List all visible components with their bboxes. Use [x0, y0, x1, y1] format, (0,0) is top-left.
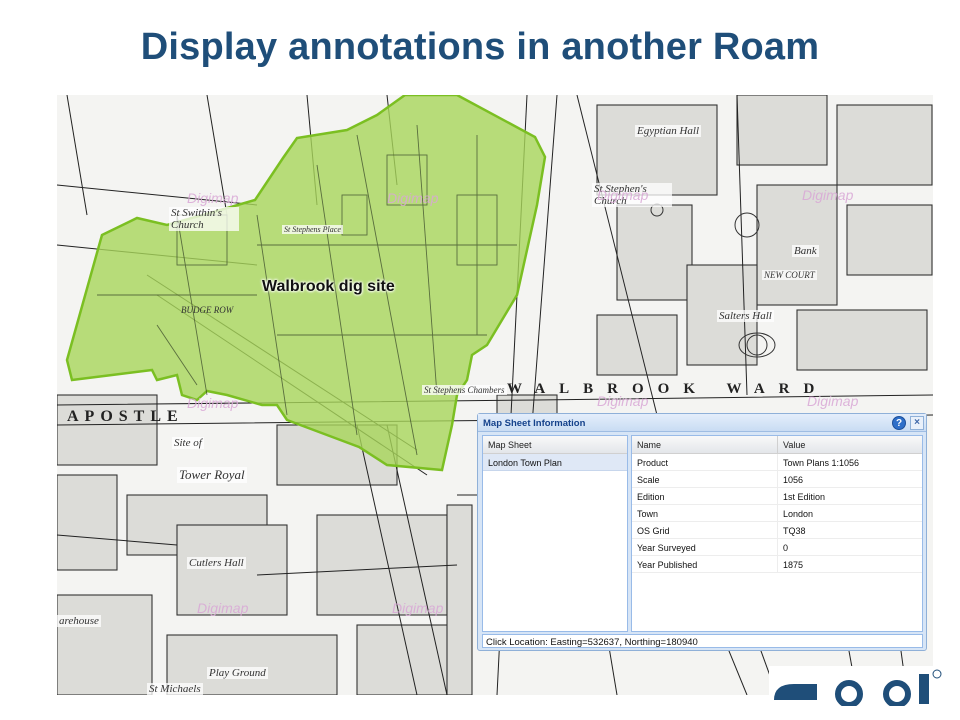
- property-value: London: [783, 509, 814, 519]
- map-label-warehouse: arehouse: [57, 615, 101, 627]
- window-title: Map Sheet Information: [483, 418, 586, 429]
- edina-logo: [769, 666, 944, 706]
- table-row[interactable]: Town London: [632, 505, 922, 522]
- map-label-apostle: APOSTLE: [67, 408, 184, 425]
- property-value: 1056: [783, 475, 804, 485]
- watermark: Digimap: [187, 190, 239, 206]
- property-value: TQ38: [783, 526, 806, 536]
- map-label-cutlers-hall: Cutlers Hall: [187, 557, 246, 569]
- map-label-egyptian-hall: Egyptian Hall: [635, 125, 702, 137]
- map-label-st-swithins-church: St Swithin's Church: [169, 207, 239, 231]
- property-value: 0: [783, 543, 789, 553]
- name-column-header[interactable]: Name: [632, 436, 778, 453]
- property-value: 1st Edition: [783, 492, 826, 502]
- property-name: OS Grid: [632, 522, 778, 538]
- help-icon[interactable]: ?: [892, 416, 906, 430]
- property-value: 1875: [783, 560, 804, 570]
- property-name: Year Published: [632, 556, 778, 572]
- map-sheet-info-window[interactable]: Map Sheet Information ? × Map Sheet Lond…: [477, 413, 927, 651]
- value-column-header[interactable]: Value: [778, 436, 922, 453]
- table-row[interactable]: Year Published 1875: [632, 556, 922, 573]
- table-row[interactable]: Scale 1056: [632, 471, 922, 488]
- table-row[interactable]: Product Town Plans 1:1056: [632, 454, 922, 471]
- map-label-salters-hall: Salters Hall: [717, 310, 774, 322]
- map-label-walbrook-ward: WALBROOK WARD: [507, 381, 829, 397]
- watermark: Digimap: [197, 600, 249, 616]
- watermark: Digimap: [187, 395, 239, 411]
- property-name: Edition: [632, 488, 778, 504]
- watermark: Digimap: [597, 393, 649, 409]
- watermark: Digimap: [597, 187, 649, 203]
- map-label-stephens-place: St Stephens Place: [282, 225, 343, 234]
- close-icon[interactable]: ×: [910, 416, 924, 430]
- map-sheet-list: Map Sheet London Town Plan: [482, 435, 628, 632]
- click-location-status: Click Location: Easting=532637, Northing…: [482, 634, 923, 648]
- map-label-tower-royal: Tower Royal: [177, 467, 247, 483]
- map-label-site-of: Site of: [172, 437, 204, 449]
- watermark: Digimap: [802, 187, 854, 203]
- watermark: Digimap: [392, 600, 444, 616]
- list-item[interactable]: London Town Plan: [483, 454, 627, 471]
- map-label-budge-row: BUDGE ROW: [181, 305, 234, 315]
- property-name: Scale: [632, 471, 778, 487]
- map-label-st-michaels: St Michaels: [147, 683, 203, 695]
- window-header[interactable]: Map Sheet Information ? ×: [478, 414, 926, 432]
- table-row[interactable]: OS Grid TQ38: [632, 522, 922, 539]
- property-name: Product: [632, 454, 778, 470]
- map-label-play-ground: Play Ground: [207, 667, 268, 679]
- table-row[interactable]: Edition 1st Edition: [632, 488, 922, 505]
- table-row[interactable]: Year Surveyed 0: [632, 539, 922, 556]
- map-label-bank: Bank: [792, 245, 819, 257]
- slide-title: Display annotations in another Roam: [140, 26, 820, 68]
- map-label-new-court: NEW COURT: [762, 270, 817, 280]
- watermark: Digimap: [387, 190, 439, 206]
- property-name: Year Surveyed: [632, 539, 778, 555]
- properties-grid: Name Value Product Town Plans 1:1056 Sca…: [631, 435, 923, 632]
- annotation-label[interactable]: Walbrook dig site: [262, 278, 395, 296]
- watermark: Digimap: [807, 393, 859, 409]
- map-sheet-header[interactable]: Map Sheet: [483, 436, 627, 453]
- map-label-st-stephens-chambers: St Stephens Chambers: [422, 385, 507, 395]
- property-name: Town: [632, 505, 778, 521]
- property-value: Town Plans 1:1056: [783, 458, 860, 468]
